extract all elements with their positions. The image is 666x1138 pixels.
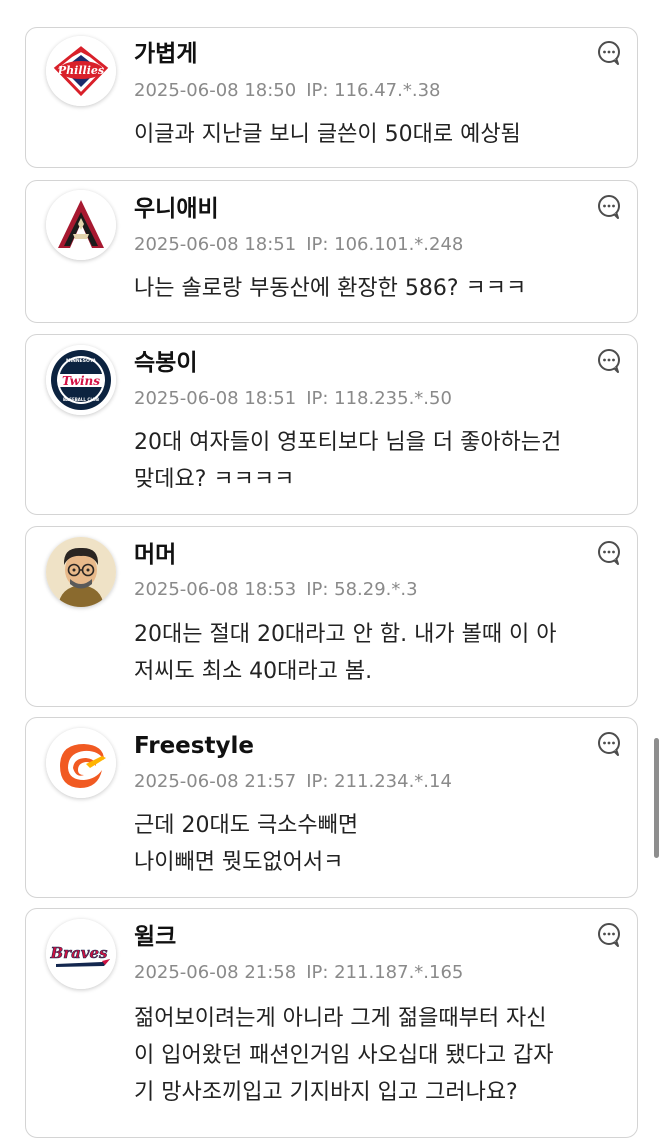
phillies-logo-icon: Phillies — [46, 36, 116, 106]
comment-body: 이글과 지난글 보니 글쓴이 50대로 예상됨 — [134, 116, 614, 153]
comment-card: Freestyle 2025-06-08 21:57 IP: 211.234.*.… — [25, 717, 638, 898]
braves-logo-icon: Braves — [46, 919, 116, 989]
comment-card: Phillies 가볍게 2025-06-08 18:50 IP: 116.47.… — [25, 27, 638, 168]
comment-ip: IP: 211.187.*.165 — [306, 962, 464, 983]
comment-ip: IP: 106.101.*.248 — [306, 234, 464, 255]
reply-bubble-icon[interactable] — [596, 922, 622, 948]
reply-bubble-icon[interactable] — [596, 348, 622, 374]
comment-date: 2025-06-08 18:51 — [134, 234, 297, 255]
comment-body: 근데 20대도 극소수빼면 나이빼면 뭣도없어서ㅋ — [134, 807, 614, 881]
comment-line: 이 입어왔던 패션인거임 사오십대 됐다고 갑자 — [134, 1043, 554, 1068]
svg-text:Braves: Braves — [49, 944, 108, 962]
comment-date: 2025-06-08 18:51 — [134, 388, 297, 409]
comment-meta: 2025-06-08 18:51 IP: 118.235.*.50 — [134, 387, 452, 411]
comment-author[interactable]: Freestyle — [134, 731, 254, 761]
orange-swirl-logo-icon — [46, 728, 116, 798]
comment-author[interactable]: 슥봉이 — [134, 348, 197, 378]
avatar-orange-swirl-logo[interactable] — [46, 728, 116, 798]
avatar-diamondbacks-logo[interactable] — [46, 190, 116, 260]
comment-body: 20대 여자들이 영포티보다 님을 더 좋아하는건 맞데요? ㅋㅋㅋㅋ — [134, 424, 614, 498]
comment-line: 맞데요? ㅋㅋㅋㅋ — [134, 467, 295, 492]
comment-line: 나이빼면 뭣도없어서ㅋ — [134, 850, 344, 875]
comment-author[interactable]: 윌크 — [134, 922, 176, 952]
reply-bubble-icon[interactable] — [596, 540, 622, 566]
reply-bubble-icon[interactable] — [596, 40, 622, 66]
avatar-phillies-logo[interactable]: Phillies — [46, 36, 116, 106]
comment-body: 젊어보이려는게 아니라 그게 젊을때부터 자신 이 입어왔던 패션인거임 사오십… — [134, 1000, 614, 1111]
comment-meta: 2025-06-08 18:53 IP: 58.29.*.3 — [134, 578, 418, 602]
comment-date: 2025-06-08 21:57 — [134, 771, 297, 792]
comment-line: 나는 솔로랑 부동산에 환장한 586? ㅋㅋㅋ — [134, 276, 527, 301]
comment-line: 근데 20대도 극소수빼면 — [134, 813, 359, 838]
comment-meta: 2025-06-08 18:50 IP: 116.47.*.38 — [134, 79, 440, 103]
comment-body: 20대는 절대 20대라고 안 함. 내가 볼때 이 아 저씨도 최소 40대라… — [134, 616, 614, 690]
comment-line: 이글과 지난글 보니 글쓴이 50대로 예상됨 — [134, 122, 521, 147]
comment-ip: IP: 211.234.*.14 — [306, 771, 452, 792]
scrollbar-thumb[interactable] — [654, 738, 659, 858]
avatar-twins-logo[interactable]: MINNESOTA Twins BASEBALL CLUB — [46, 345, 116, 415]
reply-bubble-icon[interactable] — [596, 731, 622, 757]
cartoon-face-icon — [46, 537, 116, 607]
comment-ip: IP: 118.235.*.50 — [306, 388, 452, 409]
comment-ip: IP: 116.47.*.38 — [306, 80, 441, 101]
comment-card: 우니애비 2025-06-08 18:51 IP: 106.101.*.248 나… — [25, 180, 638, 323]
comment-date: 2025-06-08 18:50 — [134, 80, 297, 101]
comment-line: 젊어보이려는게 아니라 그게 젊을때부터 자신 — [134, 1006, 547, 1031]
comment-meta: 2025-06-08 18:51 IP: 106.101.*.248 — [134, 233, 463, 257]
twins-logo-icon: MINNESOTA Twins BASEBALL CLUB — [46, 345, 116, 415]
comment-line: 20대 여자들이 영포티보다 님을 더 좋아하는건 — [134, 430, 562, 455]
comment-date: 2025-06-08 18:53 — [134, 579, 297, 600]
comment-author[interactable]: 가볍게 — [134, 39, 197, 69]
diamondbacks-logo-icon — [46, 190, 116, 260]
comment-list: Phillies 가볍게 2025-06-08 18:50 IP: 116.47.… — [0, 0, 666, 1138]
reply-bubble-icon[interactable] — [596, 194, 622, 220]
comment-line: 20대는 절대 20대라고 안 함. 내가 볼때 이 아 — [134, 622, 557, 647]
comment-card: 머머 2025-06-08 18:53 IP: 58.29.*.3 20대는 절대… — [25, 526, 638, 707]
svg-text:Phillies: Phillies — [57, 64, 104, 77]
comment-line: 저씨도 최소 40대라고 봄. — [134, 659, 373, 684]
comment-meta: 2025-06-08 21:57 IP: 211.234.*.14 — [134, 770, 452, 794]
comment-author[interactable]: 우니애비 — [134, 194, 219, 224]
avatar-braves-logo[interactable]: Braves — [46, 919, 116, 989]
comment-card: Braves 윌크 2025-06-08 21:58 IP: 211.187.*.… — [25, 908, 638, 1138]
svg-text:MINNESOTA: MINNESOTA — [66, 358, 97, 364]
comment-author[interactable]: 머머 — [134, 540, 176, 570]
svg-text:Twins: Twins — [62, 374, 100, 388]
avatar-cartoon-face[interactable] — [46, 537, 116, 607]
comment-line: 기 망사조끼입고 기지바지 입고 그러나요? — [134, 1080, 518, 1105]
svg-text:BASEBALL CLUB: BASEBALL CLUB — [63, 397, 99, 402]
comment-body: 나는 솔로랑 부동산에 환장한 586? ㅋㅋㅋ — [134, 270, 614, 307]
comment-ip: IP: 58.29.*.3 — [306, 579, 418, 600]
comment-meta: 2025-06-08 21:58 IP: 211.187.*.165 — [134, 961, 463, 985]
comment-card: MINNESOTA Twins BASEBALL CLUB 슥봉이 2025-0… — [25, 334, 638, 515]
comment-date: 2025-06-08 21:58 — [134, 962, 297, 983]
